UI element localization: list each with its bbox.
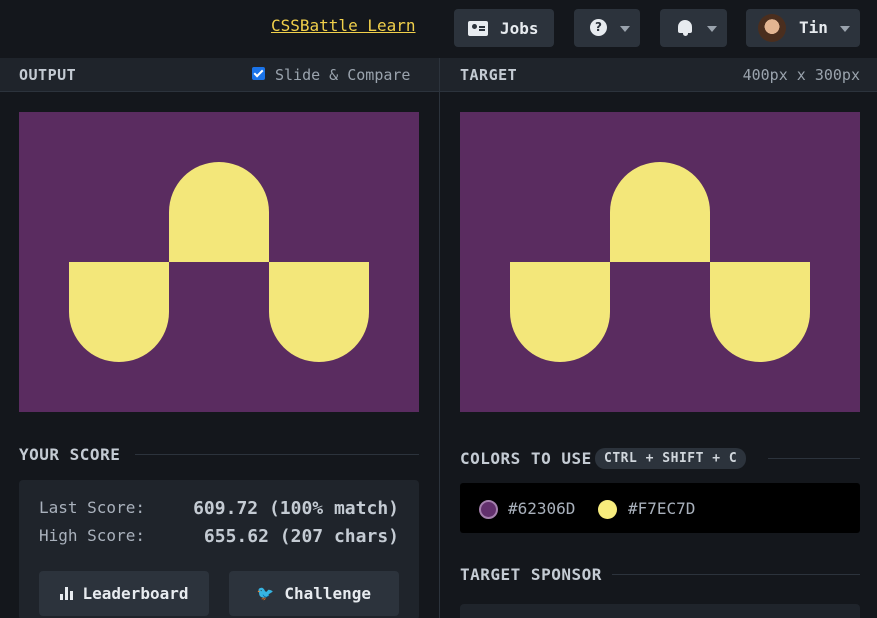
slide-compare-label[interactable]: Slide & Compare [275, 66, 410, 84]
color-palette: #62306D #F7EC7D [460, 483, 860, 533]
last-score-value: 609.72 (100% match) [193, 498, 399, 519]
jobs-label: Jobs [500, 18, 539, 38]
left-half-circle-shape [69, 262, 169, 362]
color-hex[interactable]: #F7EC7D [628, 499, 695, 518]
output-panel-header: OUTPUT Slide & Compare [0, 58, 439, 92]
target-canvas [460, 112, 860, 412]
help-menu-button[interactable]: ? [574, 9, 640, 47]
left-half-circle-shape [510, 262, 610, 362]
top-half-circle-shape [610, 162, 710, 262]
right-half-circle-shape [269, 262, 369, 362]
high-score-value: 655.62 (207 chars) [203, 526, 399, 547]
bell-icon [678, 20, 692, 36]
bar-chart-icon [59, 587, 73, 600]
section-divider [612, 574, 860, 575]
leaderboard-button[interactable]: Leaderboard [39, 571, 209, 616]
high-score-label: High Score: [39, 526, 145, 545]
last-score-label: Last Score: [39, 498, 145, 517]
your-score-title: YOUR SCORE [19, 445, 121, 464]
id-card-icon [468, 20, 488, 36]
help-icon: ? [590, 19, 607, 36]
output-title: OUTPUT [19, 66, 77, 84]
twitter-icon: 🐦 [256, 585, 275, 602]
chevron-down-icon [620, 26, 630, 32]
user-name: Tin [799, 18, 828, 37]
section-divider [135, 454, 419, 455]
chevron-down-icon [840, 26, 850, 32]
sponsor-card [460, 604, 860, 618]
target-dimensions: 400px x 300px [742, 66, 860, 84]
section-divider [768, 458, 860, 459]
jobs-button[interactable]: Jobs [454, 9, 554, 47]
target-panel-header: TARGET 400px x 300px [440, 58, 877, 92]
top-bar: CSSBattle Learn Jobs ? Tin [0, 0, 877, 58]
challenge-button[interactable]: 🐦 Challenge [229, 571, 399, 616]
cssbattle-learn-link[interactable]: CSSBattle Learn [271, 16, 416, 35]
color-hex[interactable]: #62306D [508, 499, 575, 518]
target-title: TARGET [460, 66, 518, 84]
notifications-button[interactable] [660, 9, 727, 47]
panel-divider [439, 58, 440, 618]
copy-colors-shortcut: CTRL + SHIFT + C [595, 448, 747, 469]
colors-to-use-title: COLORS TO USE [460, 449, 592, 468]
target-sponsor-title: TARGET SPONSOR [460, 565, 602, 584]
user-menu-button[interactable]: Tin [746, 9, 860, 47]
right-half-circle-shape [710, 262, 810, 362]
top-half-circle-shape [169, 162, 269, 262]
leaderboard-label: Leaderboard [82, 584, 189, 603]
challenge-label: Challenge [284, 584, 372, 603]
chevron-down-icon [707, 26, 717, 32]
slide-compare-checkbox[interactable] [252, 67, 265, 80]
avatar [758, 14, 786, 42]
color-swatch[interactable] [479, 500, 498, 519]
output-canvas[interactable] [19, 112, 419, 412]
color-swatch[interactable] [598, 500, 617, 519]
score-card: Last Score: 609.72 (100% match) High Sco… [19, 480, 419, 618]
